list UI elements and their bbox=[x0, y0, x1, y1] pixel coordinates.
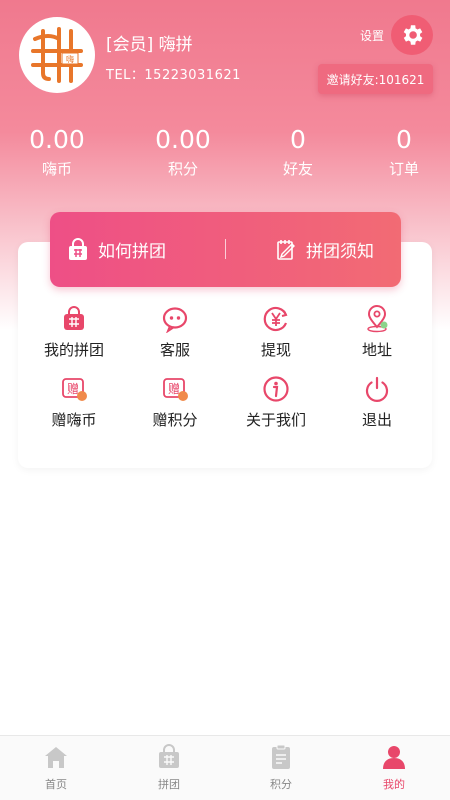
info-icon bbox=[263, 376, 289, 402]
bottom-nav: 首页 拼团 积分 我的 bbox=[0, 735, 450, 800]
menu-label: 我的拼团 bbox=[43, 341, 104, 359]
menu-gift-points[interactable]: 赠 赠积分 bbox=[125, 375, 225, 435]
nav-label: 拼团 bbox=[158, 778, 180, 791]
settings-label[interactable]: 设置 bbox=[360, 27, 384, 44]
pin-bag-icon bbox=[159, 744, 179, 768]
chat-bubble-icon bbox=[162, 307, 188, 333]
user-icon bbox=[383, 746, 405, 769]
menu-label: 地址 bbox=[361, 341, 392, 359]
menu-label: 提现 bbox=[260, 341, 291, 359]
gift-coin-icon: 赠 bbox=[62, 378, 87, 401]
nav-mine[interactable]: 我的 bbox=[349, 736, 439, 800]
stat-label: 好友 bbox=[282, 160, 313, 178]
location-icon bbox=[367, 305, 388, 333]
stat-label: 积分 bbox=[167, 160, 198, 178]
gift-points-icon: 赠 bbox=[163, 378, 188, 401]
stat-value: 0.00 bbox=[155, 125, 211, 154]
menu-label: 退出 bbox=[361, 411, 392, 429]
nav-label: 积分 bbox=[270, 778, 292, 791]
menu-label: 客服 bbox=[159, 341, 190, 359]
menu-label: 赠积分 bbox=[152, 411, 198, 429]
group-buy-rules-button[interactable]: 拼团须知 bbox=[274, 212, 374, 287]
settings-button[interactable] bbox=[391, 15, 433, 55]
how-to-group-buy-button[interactable]: 如何拼团 bbox=[66, 212, 166, 287]
stat-orders[interactable]: 0 订单 bbox=[354, 124, 450, 180]
svg-text:赠: 赠 bbox=[67, 382, 79, 396]
stat-value: 0.00 bbox=[29, 125, 85, 154]
nav-home[interactable]: 首页 bbox=[11, 736, 101, 800]
power-icon bbox=[365, 376, 389, 402]
svg-text:嗨: 嗨 bbox=[66, 54, 74, 64]
clipboard-icon bbox=[272, 744, 290, 769]
stat-label: 嗨币 bbox=[41, 160, 72, 178]
menu-withdraw[interactable]: 提现 bbox=[226, 305, 326, 365]
stat-coins[interactable]: 0.00 嗨币 bbox=[7, 124, 107, 180]
avatar[interactable]: 嗨 bbox=[19, 17, 95, 93]
nav-label: 我的 bbox=[383, 778, 405, 791]
member-name: [会员] 嗨拼 bbox=[106, 35, 193, 55]
yen-icon bbox=[263, 306, 288, 332]
svg-text:赠: 赠 bbox=[168, 382, 180, 396]
menu-label: 赠嗨币 bbox=[51, 411, 97, 429]
group-buy-banner: 如何拼团 拼团须知 bbox=[50, 212, 401, 287]
menu-my-group-buys[interactable]: 我的拼团 bbox=[24, 305, 124, 365]
stat-friends[interactable]: 0 好友 bbox=[248, 124, 348, 180]
notepad-icon bbox=[277, 239, 295, 260]
stat-value: 0 bbox=[290, 125, 306, 154]
stat-points[interactable]: 0.00 积分 bbox=[133, 124, 233, 180]
banner-divider bbox=[225, 239, 226, 259]
nav-label: 首页 bbox=[45, 778, 67, 791]
menu-logout[interactable]: 退出 bbox=[327, 375, 427, 435]
nav-group-buy[interactable]: 拼团 bbox=[124, 736, 214, 800]
stat-value: 0 bbox=[396, 125, 412, 154]
nav-points[interactable]: 积分 bbox=[236, 736, 326, 800]
gear-icon bbox=[403, 25, 423, 45]
pin-bag-icon bbox=[69, 237, 87, 260]
menu-about-us[interactable]: 关于我们 bbox=[226, 375, 326, 435]
stat-label: 订单 bbox=[388, 160, 419, 178]
menu-address[interactable]: 地址 bbox=[327, 305, 427, 365]
menu-label: 关于我们 bbox=[245, 411, 306, 429]
invite-friends-badge[interactable]: 邀请好友:101621 bbox=[318, 64, 433, 94]
banner-right-label: 拼团须知 bbox=[306, 242, 374, 262]
phone-number: TEL：15223031621 bbox=[106, 68, 241, 83]
brand-logo-icon: 嗨 bbox=[31, 27, 83, 83]
menu-gift-coins[interactable]: 赠 赠嗨币 bbox=[24, 375, 124, 435]
banner-left-label: 如何拼团 bbox=[98, 242, 166, 262]
stats-row: 0.00 嗨币 0.00 积分 0 好友 0 订单 bbox=[0, 124, 450, 184]
menu-customer-service[interactable]: 客服 bbox=[125, 305, 225, 365]
pin-bag-icon bbox=[64, 306, 84, 330]
home-icon bbox=[45, 747, 67, 768]
